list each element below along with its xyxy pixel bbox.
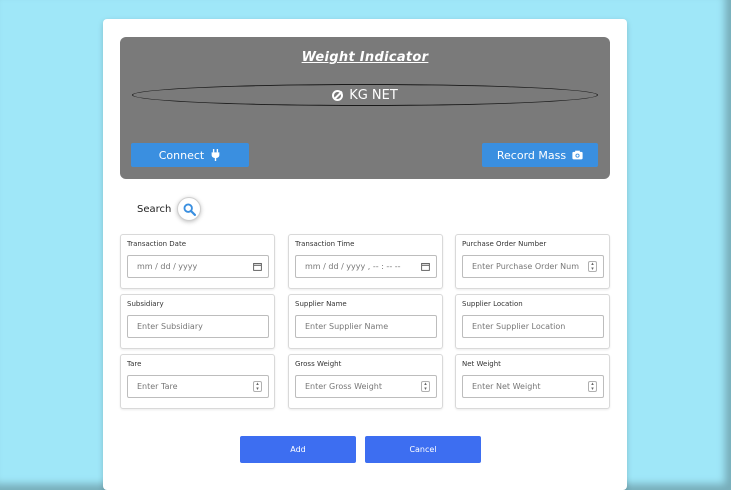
search-label: Search: [137, 203, 172, 215]
transaction-date-field: Transaction Date mm / dd / yyyy: [120, 234, 275, 289]
field-placeholder: Enter Gross Weight: [305, 382, 382, 391]
field-placeholder: Enter Subsidiary: [137, 322, 203, 331]
gross-weight-field: Gross Weight Enter Gross Weight ▴ ▾: [288, 354, 443, 409]
camera-icon: [572, 150, 583, 160]
field-placeholder: Enter Supplier Name: [305, 322, 389, 331]
subsidiary-field: Subsidiary Enter Subsidiary: [120, 294, 275, 349]
connect-button-label: Connect: [158, 148, 205, 162]
number-spinner[interactable]: ▴ ▾: [252, 381, 263, 392]
field-label: Subsidiary: [127, 300, 164, 308]
number-spinner[interactable]: ▴ ▾: [587, 381, 598, 392]
search-row: Search: [137, 197, 202, 221]
transaction-time-field: Transaction Time mm / dd / yyyy , -- : -…: [288, 234, 443, 289]
field-label: Tare: [127, 360, 142, 368]
field-placeholder: Enter Tare: [137, 382, 178, 391]
supplier-name-field: Supplier Name Enter Supplier Name: [288, 294, 443, 349]
plug-icon: [211, 149, 220, 161]
field-label: Gross Weight: [295, 360, 342, 368]
transaction-time-input[interactable]: mm / dd / yyyy , -- : -- --: [295, 255, 437, 278]
zero-slash-icon: [332, 89, 344, 101]
field-label: Supplier Name: [295, 300, 347, 308]
number-spinner[interactable]: ▴ ▾: [587, 261, 598, 272]
field-placeholder: Enter Supplier Location: [472, 322, 566, 331]
gross-weight-input[interactable]: Enter Gross Weight ▴ ▾: [295, 375, 437, 398]
search-button[interactable]: [177, 197, 202, 221]
field-label: Purchase Order Number: [462, 240, 547, 248]
field-placeholder: Enter Purchase Order Num: [472, 262, 580, 271]
weight-readout-display: KG NET: [132, 84, 598, 106]
field-label: Supplier Location: [462, 300, 523, 308]
transaction-date-input[interactable]: mm / dd / yyyy: [127, 255, 269, 278]
number-spinner[interactable]: ▴ ▾: [420, 381, 431, 392]
purchase-order-number-input[interactable]: Enter Purchase Order Num ▴ ▾: [462, 255, 604, 278]
cancel-button[interactable]: Cancel: [365, 436, 481, 463]
add-button[interactable]: Add: [240, 436, 356, 463]
calendar-icon[interactable]: [252, 261, 263, 272]
net-weight-input[interactable]: Enter Net Weight ▴ ▾: [462, 375, 604, 398]
field-placeholder: Enter Net Weight: [472, 382, 541, 391]
record-mass-button-label: Record Mass: [496, 148, 567, 162]
field-label: Transaction Time: [295, 240, 355, 248]
supplier-location-field: Supplier Location Enter Supplier Locatio…: [455, 294, 610, 349]
weight-readout-text: KG NET: [349, 87, 398, 103]
weight-indicator-panel: Weight Indicator KG NET Connect Record M…: [120, 37, 610, 179]
field-placeholder: mm / dd / yyyy: [137, 262, 198, 271]
net-weight-field: Net Weight Enter Net Weight ▴ ▾: [455, 354, 610, 409]
supplier-name-input[interactable]: Enter Supplier Name: [295, 315, 437, 338]
record-mass-button[interactable]: Record Mass: [482, 143, 598, 167]
supplier-location-input[interactable]: Enter Supplier Location: [462, 315, 604, 338]
tare-input[interactable]: Enter Tare ▴ ▾: [127, 375, 269, 398]
field-placeholder: mm / dd / yyyy , -- : -- --: [305, 262, 401, 271]
field-label: Net Weight: [462, 360, 501, 368]
connect-button[interactable]: Connect: [131, 143, 249, 167]
tare-field: Tare Enter Tare ▴ ▾: [120, 354, 275, 409]
field-label: Transaction Date: [127, 240, 187, 248]
search-icon: [183, 203, 196, 216]
weight-form-card: Weight Indicator KG NET Connect Record M…: [103, 19, 627, 490]
purchase-order-number-field: Purchase Order Number Enter Purchase Ord…: [455, 234, 610, 289]
weight-indicator-title: Weight Indicator: [301, 50, 429, 65]
calendar-icon[interactable]: [420, 261, 431, 272]
subsidiary-input[interactable]: Enter Subsidiary: [127, 315, 269, 338]
